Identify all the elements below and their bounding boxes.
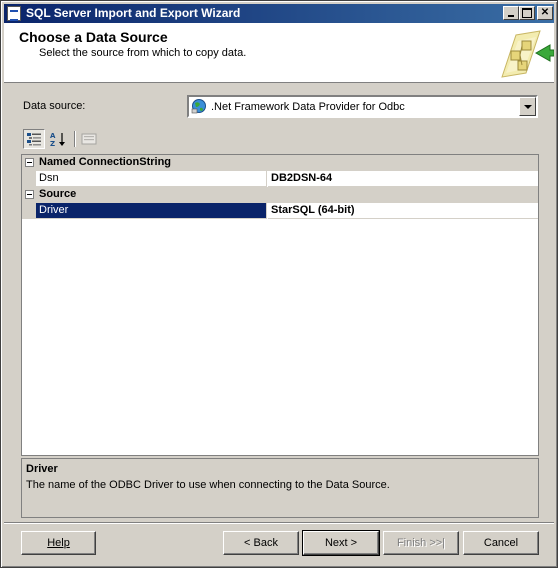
property-name[interactable]: Dsn (36, 171, 267, 187)
wizard-window: SQL Server Import and Export Wizard Choo… (0, 0, 558, 568)
data-source-label: Data source: (23, 100, 86, 112)
wizard-app-icon (7, 6, 21, 21)
property-value[interactable]: StarSQL (64-bit) (268, 203, 538, 219)
back-button[interactable]: < Back (223, 531, 299, 555)
page-title: Choose a Data Source (19, 29, 168, 45)
property-pages-icon (81, 133, 97, 145)
window-title: SQL Server Import and Export Wizard (26, 6, 241, 20)
alphabetical-sort-icon: A Z (50, 132, 65, 147)
data-source-value: .Net Framework Data Provider for Odbc (211, 101, 405, 113)
globe-provider-icon (191, 99, 206, 114)
row-gutter (22, 171, 36, 187)
categorized-icon (27, 133, 41, 146)
property-value[interactable]: DB2DSN-64 (268, 171, 538, 187)
title-bar[interactable]: SQL Server Import and Export Wizard (4, 4, 554, 23)
close-button[interactable] (537, 6, 553, 20)
collapse-icon[interactable] (25, 158, 34, 167)
row-gutter (22, 203, 36, 219)
finish-label: Finish >>| (396, 537, 446, 549)
help-button[interactable]: Help (21, 531, 96, 555)
next-button[interactable]: Next > (302, 530, 380, 556)
divider (4, 522, 554, 524)
chevron-down-icon[interactable] (519, 97, 536, 116)
category-row[interactable]: Named ConnectionString (22, 155, 538, 171)
property-grid[interactable]: Named ConnectionString Dsn DB2DSN-64 Sou… (21, 154, 539, 456)
maximize-button[interactable] (519, 6, 535, 20)
property-name[interactable]: Driver (36, 203, 267, 219)
description-panel: Driver The name of the ODBC Driver to us… (21, 458, 539, 518)
page-subtitle: Select the source from which to copy dat… (39, 47, 247, 59)
svg-text:A: A (50, 132, 56, 140)
property-row[interactable]: Dsn DB2DSN-64 (22, 171, 538, 187)
svg-text:Z: Z (50, 140, 55, 147)
category-row[interactable]: Source (22, 187, 538, 203)
help-label: Help (47, 537, 70, 549)
property-grid-toolbar: A Z (23, 128, 223, 150)
description-text: The name of the ODBC Driver to use when … (26, 479, 390, 491)
back-label: < Back (244, 537, 278, 549)
cancel-label: Cancel (483, 537, 519, 549)
categorized-button[interactable] (23, 129, 45, 149)
data-flow-icon (501, 30, 554, 78)
finish-button[interactable]: Finish >>| (383, 531, 459, 555)
category-label: Named ConnectionString (39, 156, 172, 168)
minimize-button[interactable] (503, 6, 519, 20)
next-label: Next > (324, 537, 358, 549)
cancel-button[interactable]: Cancel (463, 531, 539, 555)
collapse-icon[interactable] (25, 190, 34, 199)
description-title: Driver (26, 463, 58, 475)
alphabetical-button[interactable]: A Z (47, 129, 69, 149)
category-label: Source (39, 188, 77, 200)
toolbar-separator (74, 131, 76, 147)
data-source-select[interactable]: .Net Framework Data Provider for Odbc (187, 95, 538, 118)
property-row[interactable]: Driver StarSQL (64-bit) (22, 203, 538, 219)
wizard-header: Choose a Data Source Select the source f… (4, 23, 554, 83)
property-pages-button[interactable] (78, 129, 100, 149)
